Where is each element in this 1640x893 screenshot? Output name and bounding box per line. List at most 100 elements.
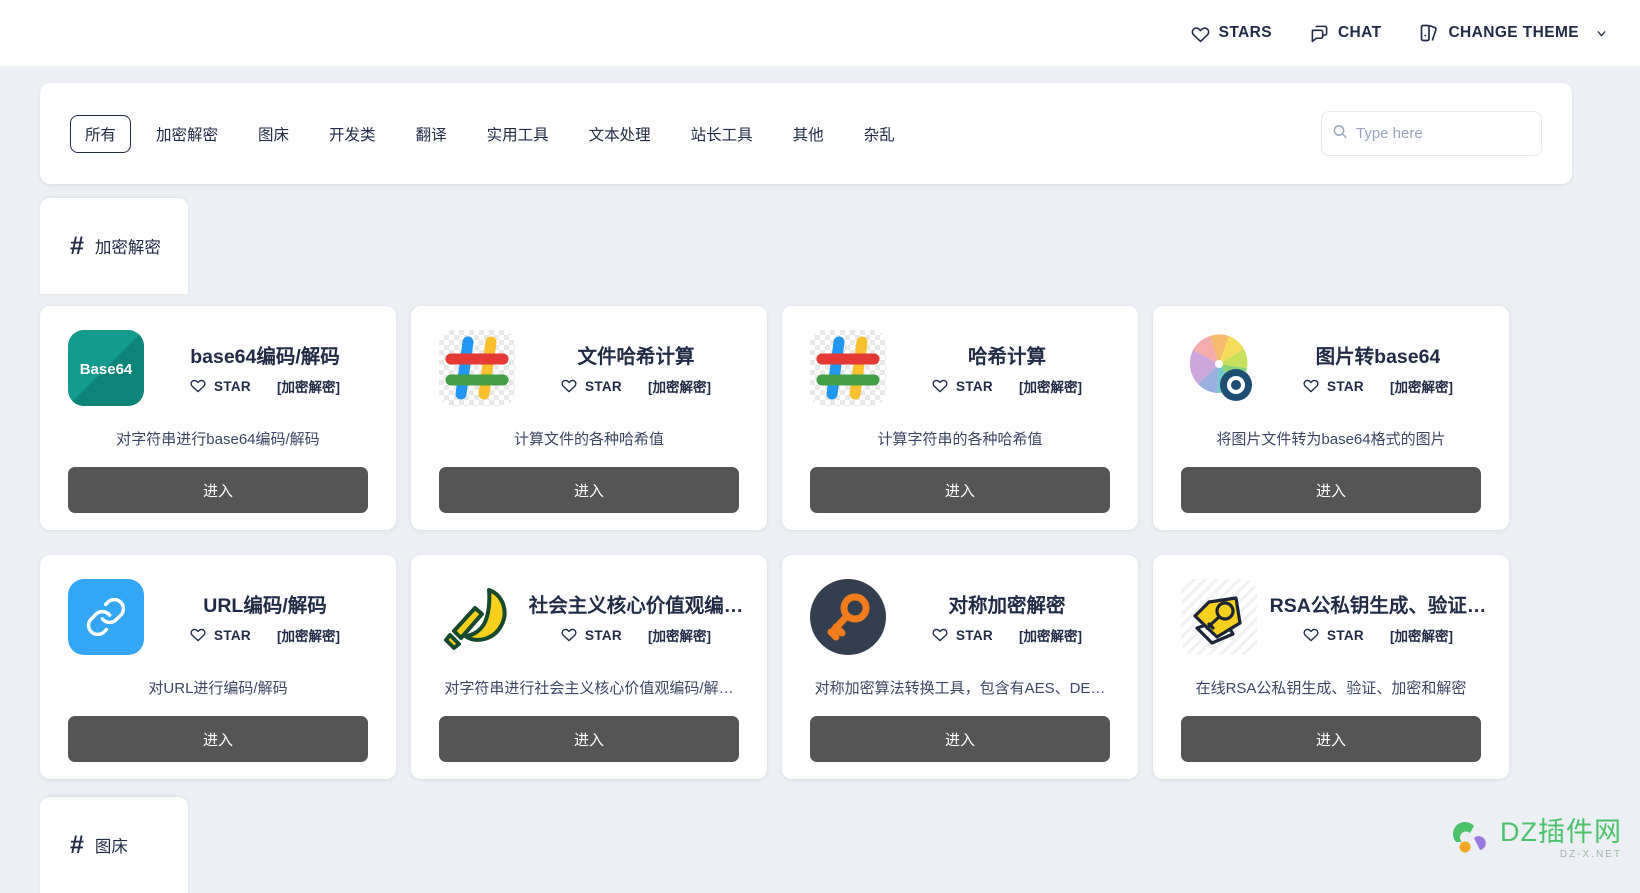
enter-button[interactable]: 进入 — [439, 716, 739, 762]
category-tab-all[interactable]: 所有 — [70, 115, 131, 153]
card-meta: 哈希计算 STAR [加密解密] — [904, 340, 1110, 396]
star-label: STAR — [585, 379, 622, 394]
enter-button[interactable]: 进入 — [1181, 716, 1481, 762]
section-header-crypto[interactable]: # 加密解密 — [40, 198, 188, 294]
category-tab-webmaster[interactable]: 站长工具 — [676, 115, 768, 153]
heart-icon — [561, 377, 577, 396]
watermark-subtitle: DZ-X.NET — [1560, 849, 1622, 860]
section-title: 图床 — [95, 833, 128, 857]
card-title: 图片转base64 — [1316, 340, 1441, 369]
enter-button[interactable]: 进入 — [68, 467, 368, 513]
card-title: 文件哈希计算 — [577, 340, 694, 369]
category-tab-crypto[interactable]: 加密解密 — [141, 115, 233, 153]
heart-icon — [1303, 626, 1319, 645]
card-category: [加密解密] — [1390, 625, 1453, 645]
star-label: STAR — [956, 628, 993, 643]
star-button[interactable]: STAR — [932, 377, 993, 396]
card-header: RSA公私钥生成、验证… STAR [加密解密] — [1181, 579, 1481, 655]
card-subline: STAR [加密解密] — [561, 376, 711, 396]
card-description: 计算字符串的各种哈希值 — [810, 428, 1110, 449]
category-tab-other[interactable]: 其他 — [778, 115, 839, 153]
category-tab-utility[interactable]: 实用工具 — [472, 115, 564, 153]
change-theme-nav-item[interactable]: CHANGE THEME — [1419, 23, 1608, 43]
chat-nav-item[interactable]: CHAT — [1310, 24, 1382, 43]
search-box — [1321, 111, 1542, 156]
watermark: DZ插件网 DZ-X.NET — [1450, 819, 1622, 860]
star-label: STAR — [1327, 379, 1364, 394]
enter-button[interactable]: 进入 — [810, 716, 1110, 762]
star-button[interactable]: STAR — [1303, 626, 1364, 645]
category-tab-text[interactable]: 文本处理 — [574, 115, 666, 153]
heart-icon — [190, 377, 206, 396]
card-meta: RSA公私钥生成、验证… STAR [加密解密] — [1275, 589, 1481, 645]
card-header: URL编码/解码 STAR [加密解密] — [68, 579, 368, 655]
card-title: 社会主义核心价值观编… — [529, 589, 744, 618]
card-header: 对称加密解密 STAR [加密解密] — [810, 579, 1110, 655]
watermark-text: DZ插件网 DZ-X.NET — [1500, 819, 1622, 860]
tool-card[interactable]: 哈希计算 STAR [加密解密] 计算字符串的各种哈希值 进入 — [782, 306, 1138, 530]
enter-button[interactable]: 进入 — [1181, 467, 1481, 513]
enter-button[interactable]: 进入 — [810, 467, 1110, 513]
tool-card[interactable]: RSA公私钥生成、验证… STAR [加密解密] 在线RSA公私钥生成、验证、加… — [1153, 555, 1509, 779]
card-title: 哈希计算 — [968, 340, 1046, 369]
category-tabs: 所有 加密解密 图床 开发类 翻译 实用工具 文本处理 站长工具 其他 杂乱 — [70, 115, 1321, 153]
card-subline: STAR [加密解密] — [190, 376, 340, 396]
card-subline: STAR [加密解密] — [1303, 625, 1453, 645]
card-description: 将图片文件转为base64格式的图片 — [1181, 428, 1481, 449]
card-description: 计算文件的各种哈希值 — [439, 428, 739, 449]
base64-logo-icon: Base64 — [68, 330, 144, 406]
star-label: STAR — [214, 379, 251, 394]
category-tab-misc[interactable]: 杂乱 — [849, 115, 910, 153]
tool-card[interactable]: 社会主义核心价值观编… STAR [加密解密] 对字符串进行社会主义核心价值观编… — [411, 555, 767, 779]
star-button[interactable]: STAR — [561, 377, 622, 396]
card-subline: STAR [加密解密] — [190, 625, 340, 645]
hash-icon: # — [70, 234, 84, 259]
tool-card-grid: Base64 base64编码/解码 STAR [加密解密] — [40, 306, 1572, 779]
heart-icon — [190, 626, 206, 645]
hammer-sickle-icon — [439, 579, 515, 655]
enter-button[interactable]: 进入 — [439, 467, 739, 513]
card-category: [加密解密] — [1390, 376, 1453, 396]
change-theme-nav-label: CHANGE THEME — [1448, 24, 1579, 42]
heart-icon — [932, 377, 948, 396]
card-category: [加密解密] — [648, 625, 711, 645]
section-title: 加密解密 — [95, 234, 161, 258]
heart-icon — [1191, 24, 1210, 43]
card-subline: STAR [加密解密] — [932, 625, 1082, 645]
card-title: base64编码/解码 — [190, 340, 340, 369]
category-tab-dev[interactable]: 开发类 — [314, 115, 391, 153]
card-header: 文件哈希计算 STAR [加密解密] — [439, 330, 739, 406]
tool-card[interactable]: URL编码/解码 STAR [加密解密] 对URL进行编码/解码 进入 — [40, 555, 396, 779]
card-description: 在线RSA公私钥生成、验证、加密和解密 — [1181, 677, 1481, 698]
card-description: 对字符串进行社会主义核心价值观编码/解… — [439, 677, 739, 698]
search-input[interactable] — [1321, 111, 1542, 156]
heart-icon — [1303, 377, 1319, 396]
category-tab-imagehost[interactable]: 图床 — [243, 115, 304, 153]
tool-card[interactable]: 图片转base64 STAR [加密解密] 将图片文件转为base64格式的图片… — [1153, 306, 1509, 530]
stars-nav-item[interactable]: STARS — [1191, 24, 1272, 43]
card-category: [加密解密] — [277, 376, 340, 396]
card-meta: 社会主义核心价值观编… STAR [加密解密] — [533, 589, 739, 645]
tool-card[interactable]: 文件哈希计算 STAR [加密解密] 计算文件的各种哈希值 进入 — [411, 306, 767, 530]
section-header-imagehost[interactable]: # 图床 — [40, 797, 188, 893]
card-header: 图片转base64 STAR [加密解密] — [1181, 330, 1481, 406]
card-category: [加密解密] — [1019, 625, 1082, 645]
tool-card[interactable]: Base64 base64编码/解码 STAR [加密解密] — [40, 306, 396, 530]
card-title: URL编码/解码 — [203, 589, 327, 618]
tool-card[interactable]: 对称加密解密 STAR [加密解密] 对称加密算法转换工具，包含有AES、DE…… — [782, 555, 1138, 779]
card-category: [加密解密] — [648, 376, 711, 396]
star-button[interactable]: STAR — [1303, 377, 1364, 396]
enter-button[interactable]: 进入 — [68, 716, 368, 762]
category-tab-translate[interactable]: 翻译 — [401, 115, 462, 153]
card-title: 对称加密解密 — [948, 589, 1065, 618]
star-button[interactable]: STAR — [932, 626, 993, 645]
heart-icon — [932, 626, 948, 645]
color-wheel-photo-icon — [1181, 330, 1257, 406]
card-header: Base64 base64编码/解码 STAR [加密解密] — [68, 330, 368, 406]
theme-icon — [1419, 23, 1439, 43]
card-meta: 图片转base64 STAR [加密解密] — [1275, 340, 1481, 396]
star-button[interactable]: STAR — [190, 626, 251, 645]
star-button[interactable]: STAR — [561, 626, 622, 645]
card-header: 社会主义核心价值观编… STAR [加密解密] — [439, 579, 739, 655]
star-button[interactable]: STAR — [190, 377, 251, 396]
